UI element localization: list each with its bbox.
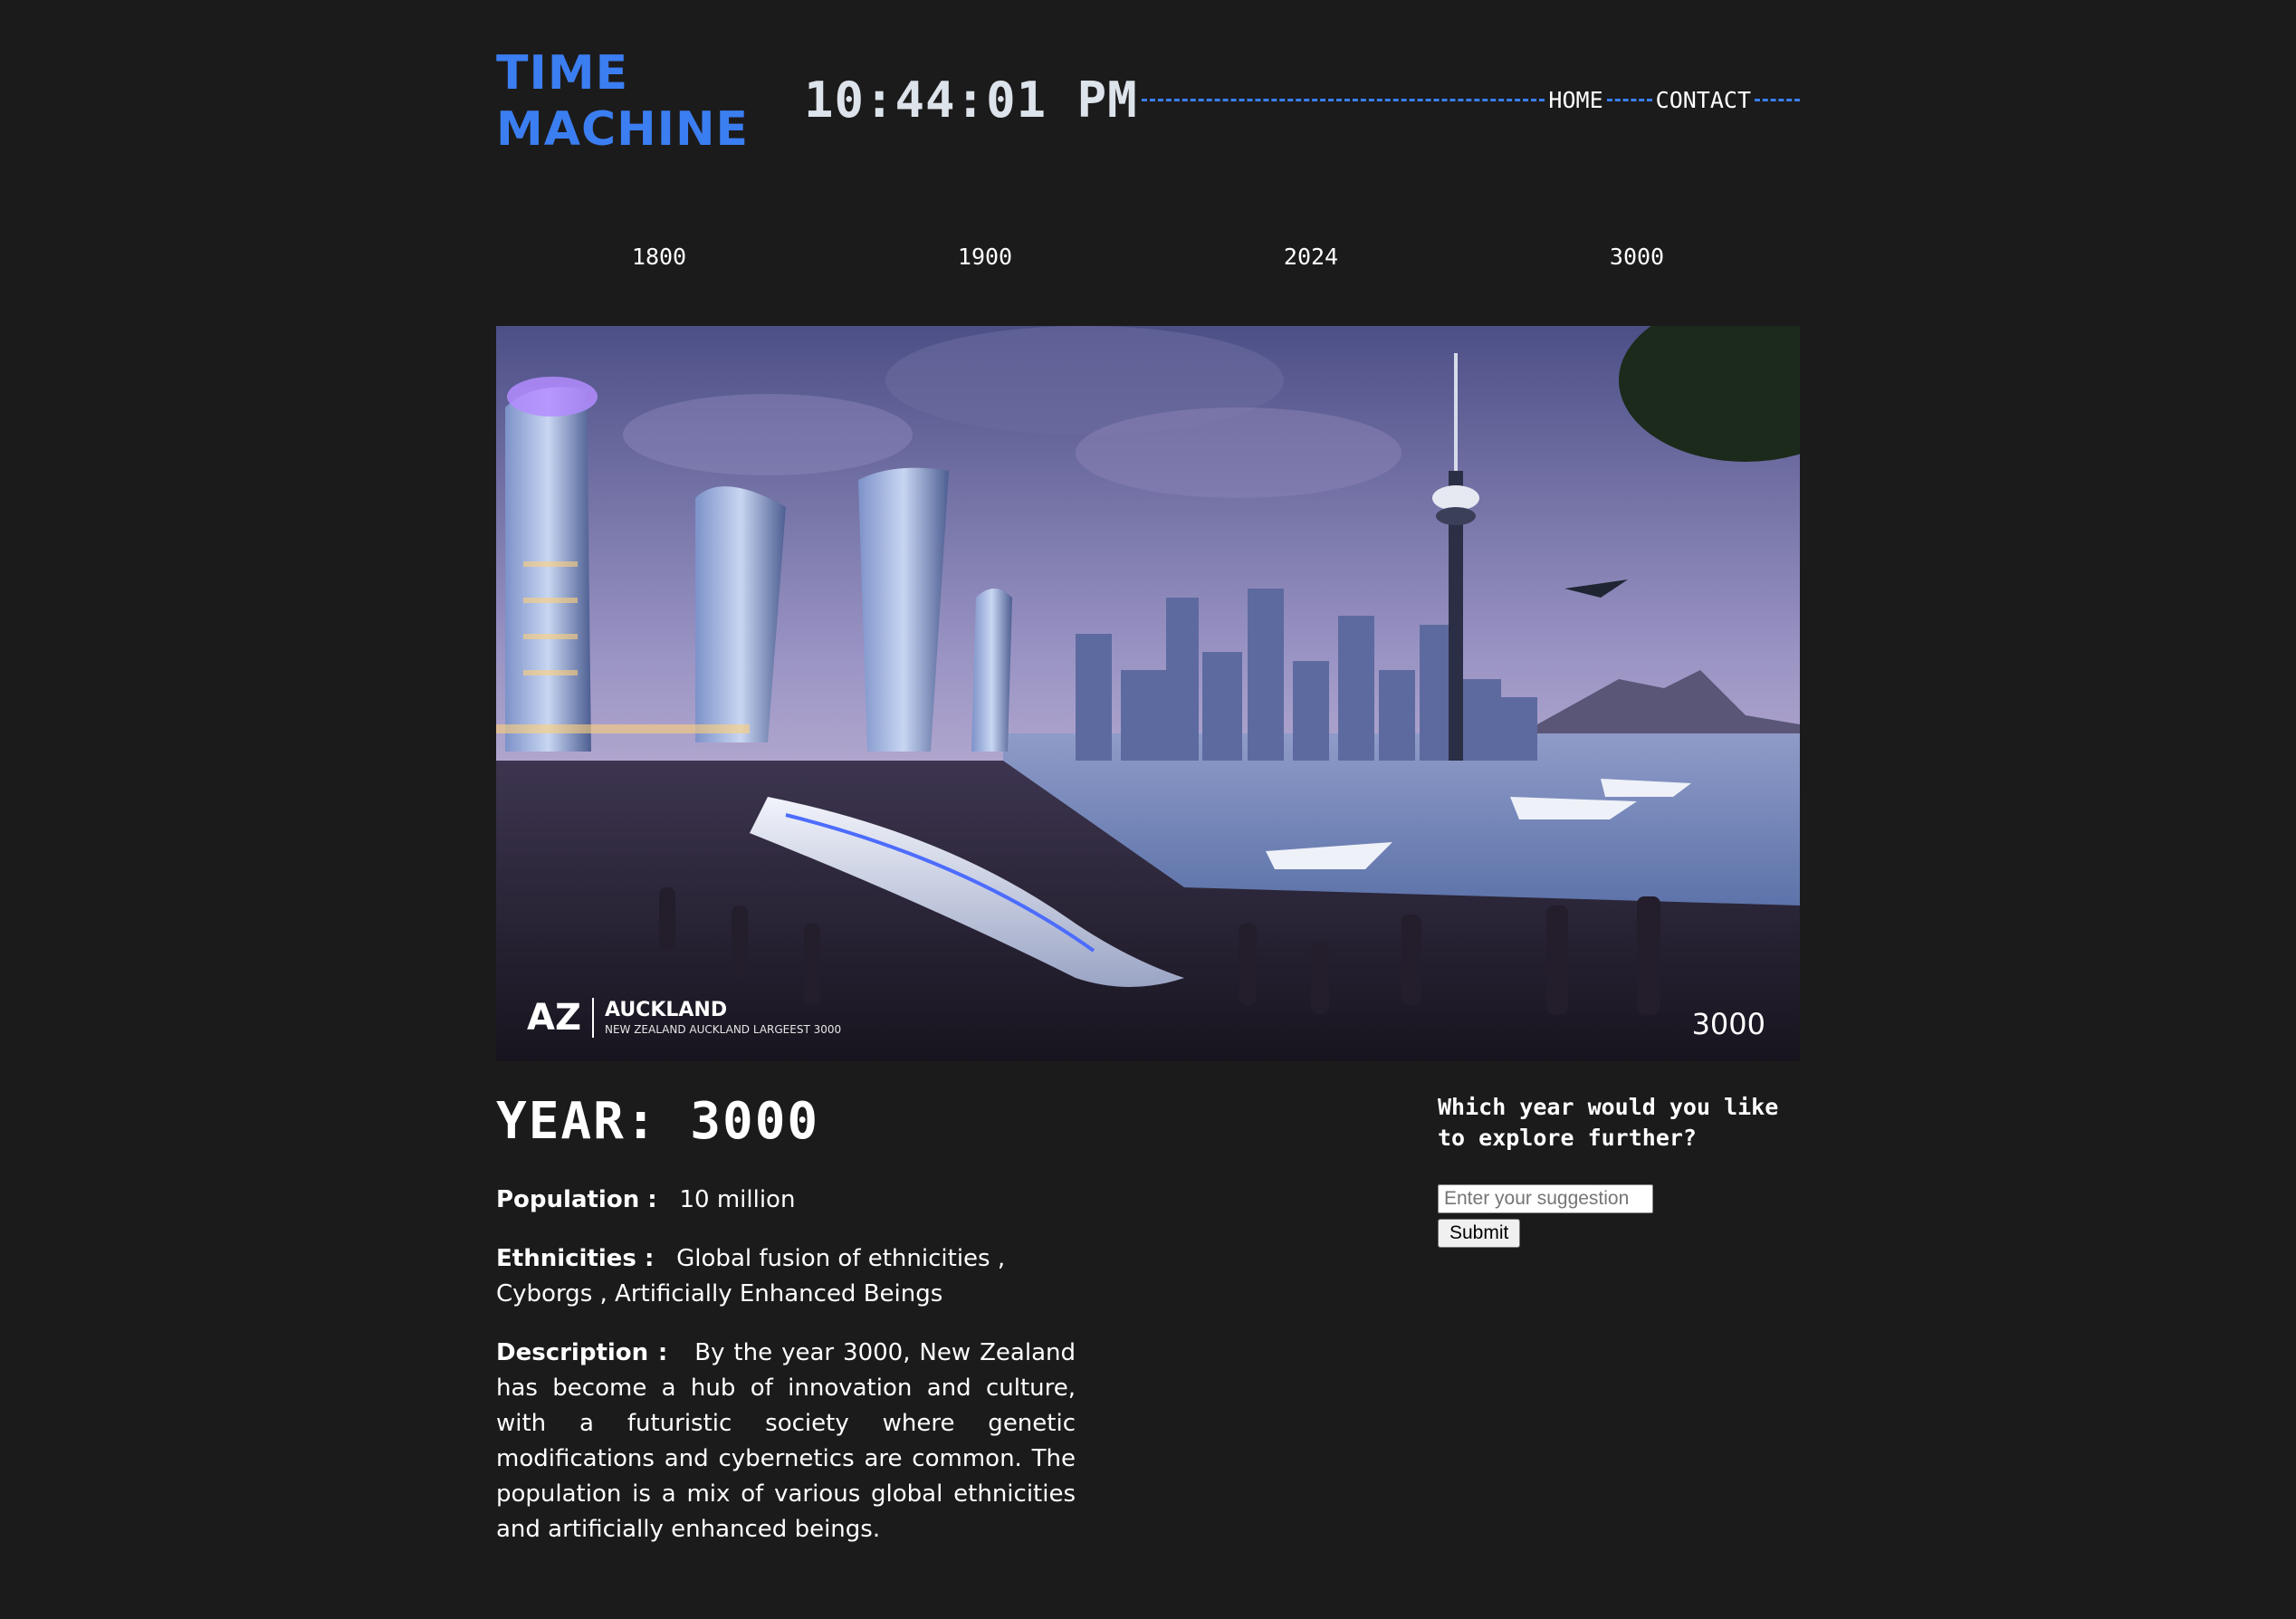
description-row: Description : By the year 3000, New Zeal… xyxy=(496,1336,1076,1547)
hero-brand-name: AUCKLAND xyxy=(604,999,728,1021)
live-clock: 10:44:01 PM xyxy=(804,71,1138,129)
ethnicities-label: Ethnicities : xyxy=(496,1245,655,1272)
logo-line-1: TIME xyxy=(496,46,629,101)
futuristic-auckland-illustration xyxy=(496,326,1800,1061)
description-value: By the year 3000, New Zealand has become… xyxy=(496,1339,1076,1543)
logo-line-2: MACHINE xyxy=(496,102,750,157)
top-nav: 10:44:01 PM HOME CONTACT xyxy=(804,71,1800,129)
suggestion-input[interactable] xyxy=(1438,1184,1653,1213)
year-tab-3000[interactable]: 3000 xyxy=(1474,241,1800,273)
population-label: Population : xyxy=(496,1186,657,1213)
hero-image: AZ AUCKLAND NEW ZEALAND AUCKLAND LARGEES… xyxy=(496,326,1800,1061)
year-details: Population : 10 million Ethnicities : Gl… xyxy=(496,1183,1076,1571)
year-tab-2024[interactable]: 2024 xyxy=(1148,241,1474,273)
nav-divider xyxy=(1141,98,1545,101)
suggestion-question: Which year would you like to explore fur… xyxy=(1438,1094,1779,1151)
hero-branding: AZ AUCKLAND NEW ZEALAND AUCKLAND LARGEES… xyxy=(527,998,841,1038)
hero-brand-tagline: NEW ZEALAND AUCKLAND LARGEEST 3000 xyxy=(604,1023,842,1036)
year-tabs: 1800 1900 2024 3000 xyxy=(496,241,1800,273)
hero-year-stamp: 3000 xyxy=(1691,1007,1765,1041)
suggestion-form: Which year would you like to explore fur… xyxy=(1438,1092,1800,1248)
auckland-logo: AZ xyxy=(527,998,594,1038)
nav-divider xyxy=(1755,98,1800,101)
ethnicities-row: Ethnicities : Global fusion of ethniciti… xyxy=(496,1241,1076,1312)
description-label: Description : xyxy=(496,1339,668,1366)
year-tab-1800[interactable]: 1800 xyxy=(496,241,822,273)
year-tab-1900[interactable]: 1900 xyxy=(822,241,1148,273)
population-value: 10 million xyxy=(679,1186,796,1213)
population-row: Population : 10 million xyxy=(496,1183,1076,1218)
submit-button[interactable]: Submit xyxy=(1438,1219,1521,1248)
site-logo[interactable]: TIME MACHINE xyxy=(496,45,749,158)
nav-home-link[interactable]: HOME xyxy=(1548,87,1602,113)
year-heading: YEAR: 3000 xyxy=(496,1092,820,1151)
nav-divider xyxy=(1606,98,1652,101)
nav-contact-link[interactable]: CONTACT xyxy=(1656,87,1751,113)
